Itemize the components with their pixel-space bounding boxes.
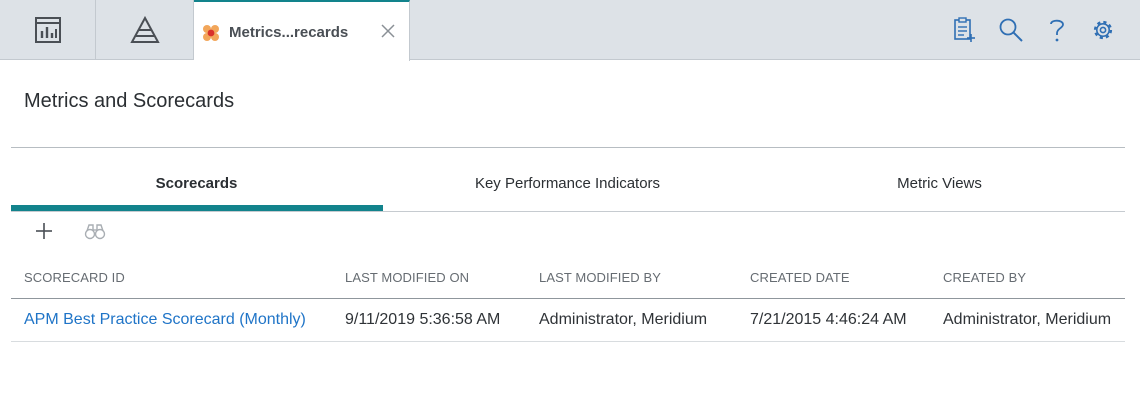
help-button[interactable] xyxy=(1044,16,1070,44)
dashboard-icon xyxy=(34,17,61,43)
add-document-icon xyxy=(954,17,975,42)
metrics-app-icon xyxy=(203,25,219,41)
global-search-button[interactable] xyxy=(998,16,1024,44)
last-modified-by-cell: Administrator, Meridium xyxy=(539,311,708,328)
column-header-last-modified-on[interactable]: LAST MODIFIED ON xyxy=(345,270,469,285)
section-tabs: Scorecards Key Performance Indicators Me… xyxy=(11,160,1125,212)
binoculars-icon[interactable] xyxy=(84,221,106,241)
tab-metric-views[interactable]: Metric Views xyxy=(754,160,1125,212)
scorecard-id-link[interactable]: APM Best Practice Scorecard (Monthly) xyxy=(24,311,306,329)
close-icon[interactable] xyxy=(380,23,396,39)
settings-button[interactable] xyxy=(1090,16,1116,44)
scorecards-table: SCORECARD ID LAST MODIFIED ON LAST MODIF… xyxy=(11,262,1125,342)
settings-gear-icon xyxy=(1093,20,1113,40)
last-modified-on-cell: 9/11/2019 5:36:58 AM xyxy=(345,311,501,328)
top-navigation-bar: Metrics...recards xyxy=(0,0,1140,61)
title-divider xyxy=(11,147,1125,148)
active-tab-indicator xyxy=(11,205,383,211)
plus-icon[interactable] xyxy=(33,220,55,242)
search-icon xyxy=(999,18,1023,42)
column-header-last-modified-by[interactable]: LAST MODIFIED BY xyxy=(539,270,661,285)
column-header-scorecard-id[interactable]: SCORECARD ID xyxy=(24,270,125,285)
add-document-button[interactable] xyxy=(951,16,977,44)
pyramid-icon xyxy=(129,16,160,43)
column-header-created-by[interactable]: CREATED BY xyxy=(943,270,1026,285)
tab-title: Metrics...recards xyxy=(229,24,349,41)
pyramid-tile[interactable] xyxy=(96,0,194,60)
table-row[interactable]: APM Best Practice Scorecard (Monthly) 9/… xyxy=(11,299,1125,342)
table-header: SCORECARD ID LAST MODIFIED ON LAST MODIF… xyxy=(11,262,1125,299)
help-icon xyxy=(1050,19,1064,42)
column-header-created-date[interactable]: CREATED DATE xyxy=(750,270,850,285)
dashboard-tile[interactable] xyxy=(0,0,96,60)
tab-metrics-and-scorecards[interactable]: Metrics...recards xyxy=(194,0,410,61)
page-title: Metrics and Scorecards xyxy=(24,90,235,112)
created-by-cell: Administrator, Meridium xyxy=(943,311,1112,328)
tab-key-performance-indicators[interactable]: Key Performance Indicators xyxy=(382,160,753,212)
created-date-cell: 7/21/2015 4:46:24 AM xyxy=(750,311,907,328)
